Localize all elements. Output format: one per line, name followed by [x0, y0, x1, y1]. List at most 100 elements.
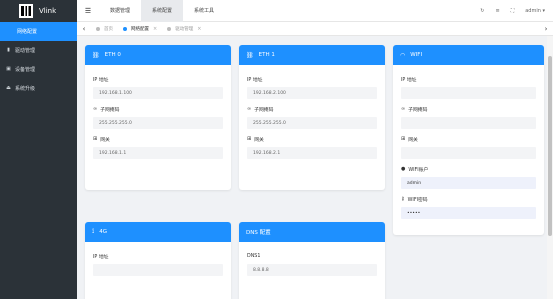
- ip-label: IP 地址: [93, 77, 109, 83]
- eth1-card: ⛓ ETH 1 IP 地址 192.168.2.100 ∞ 子网掩码 255.25…: [239, 45, 385, 190]
- dns1-input[interactable]: 8.8.8.8: [247, 264, 377, 276]
- gateway-icon: ⊞: [247, 136, 252, 142]
- gateway-label: ⊞ 网关: [247, 136, 264, 143]
- gateway-icon: ⊞: [401, 136, 406, 142]
- gateway-input[interactable]: 192.168.2.1: [247, 147, 377, 159]
- sidebar-item-device-management[interactable]: ▣ 设备管理: [0, 60, 77, 79]
- ip-label: IP 地址: [401, 77, 417, 83]
- dns1-label: DNS1: [247, 253, 261, 259]
- username: admin: [525, 7, 541, 14]
- card-title: 4G: [99, 229, 107, 235]
- upload-icon: ⏏: [6, 85, 11, 91]
- mask-input[interactable]: 255.255.255.0: [93, 117, 223, 129]
- card-header: ◠ WIFI: [393, 45, 544, 65]
- tab-dot: [167, 26, 172, 31]
- device-icon: ▣: [6, 66, 11, 72]
- tab-network-config[interactable]: 网络配置 ×: [118, 22, 162, 36]
- close-icon[interactable]: ×: [197, 26, 201, 32]
- card-header: ⟟ 4G: [85, 222, 231, 242]
- chevron-down-icon: ▾: [542, 7, 545, 14]
- refresh-icon[interactable]: ↻: [480, 8, 484, 14]
- mask-label: ∞ 子网掩码: [401, 106, 428, 113]
- top-menu-data-management[interactable]: 数据管理: [99, 0, 141, 22]
- mask-input[interactable]: 255.255.255.0: [247, 117, 377, 129]
- ip-input[interactable]: 192.168.2.100: [247, 87, 377, 99]
- sidebar-item-network-config[interactable]: 网络配置: [0, 22, 77, 41]
- logo-text: Vlink: [39, 7, 57, 15]
- wifi-account-label: ● WIFI账户: [401, 166, 429, 173]
- close-icon[interactable]: ×: [153, 26, 157, 32]
- sidebar-item-driver-management[interactable]: ▮ 驱动管理: [0, 41, 77, 60]
- eth0-card: ⛓ ETH 0 IP 地址 192.168.1.100 ∞ 子网掩码 255.25…: [85, 45, 231, 190]
- top-menu-system-tools[interactable]: 系统工具: [183, 0, 225, 22]
- card-header: DNS 配置: [239, 222, 385, 242]
- vertical-scrollbar[interactable]: [547, 36, 553, 299]
- card-title: DNS 配置: [246, 230, 271, 236]
- tab-dot: [96, 26, 100, 31]
- mask-label: ∞ 子网掩码: [247, 106, 274, 113]
- top-navbar: ☰ 数据管理 系统配置 系统工具 ↻ ≡ ⛶ admin ▾: [77, 0, 553, 22]
- top-menu-system-config[interactable]: 系统配置: [141, 0, 184, 22]
- key-icon: ⚷: [401, 196, 405, 202]
- menu-toggle-icon[interactable]: ☰: [77, 7, 99, 15]
- gateway-label: ⊞ 网关: [401, 136, 418, 143]
- ip-input[interactable]: [93, 264, 223, 276]
- tab-bar: ‹ 首页 网络配置 × 驱动管理 × ›: [77, 22, 553, 36]
- network-icon: ⛓: [92, 51, 100, 59]
- tab-label: 网络配置: [131, 26, 149, 32]
- wifi-password-label: ⚷ WIFI密码: [401, 196, 428, 203]
- mask-label: ∞ 子网掩码: [93, 106, 120, 113]
- tab-home[interactable]: 首页: [91, 22, 118, 36]
- ip-label: IP 地址: [247, 77, 263, 83]
- sidebar-item-system-upgrade[interactable]: ⏏ 系统升级: [0, 79, 77, 98]
- network-icon: ⛓: [246, 51, 254, 59]
- wifi-account-input[interactable]: admin: [401, 177, 536, 189]
- tab-scroll-left-icon[interactable]: ‹: [77, 25, 91, 33]
- ip-input[interactable]: 192.168.1.100: [93, 87, 223, 99]
- mask-input[interactable]: [401, 117, 536, 129]
- user-icon: ●: [401, 166, 406, 172]
- tab-label: 驱动管理: [175, 26, 194, 32]
- main-content: ⛓ ETH 0 IP 地址 192.168.1.100 ∞ 子网掩码 255.25…: [77, 36, 547, 299]
- tab-label: 首页: [104, 26, 113, 32]
- sidebar: Vlink 网络配置 ▮ 驱动管理 ▣ 设备管理 ⏏ 系统升级: [0, 0, 77, 299]
- card-title: WIFI: [410, 52, 423, 58]
- database-icon: ▮: [7, 47, 10, 53]
- dns-card: DNS 配置 DNS1 8.8.8.8: [239, 222, 385, 299]
- top-right-tools: ↻ ≡ ⛶ admin ▾: [480, 8, 553, 14]
- scroll-thumb[interactable]: [548, 56, 552, 236]
- sidebar-item-label: 网络配置: [17, 29, 38, 35]
- sidebar-item-label: 系统升级: [15, 86, 36, 92]
- ip-input[interactable]: [401, 87, 536, 99]
- mask-icon: ∞: [93, 106, 98, 112]
- logo: Vlink: [0, 0, 77, 22]
- user-menu[interactable]: admin ▾: [525, 8, 545, 14]
- card-title: ETH 0: [104, 52, 121, 58]
- settings-icon[interactable]: ≡: [496, 8, 500, 14]
- sidebar-item-label: 设备管理: [15, 67, 36, 73]
- top-menu-label: 系统工具: [194, 8, 215, 14]
- gateway-input[interactable]: 192.168.1.1: [93, 147, 223, 159]
- ip-label: IP 地址: [93, 254, 109, 260]
- card-header: ⛓ ETH 1: [239, 45, 385, 65]
- gateway-icon: ⊞: [93, 136, 98, 142]
- gateway-input[interactable]: [401, 147, 536, 159]
- mask-icon: ∞: [247, 106, 252, 112]
- gateway-label: ⊞ 网关: [93, 136, 110, 143]
- wifi-password-input[interactable]: •••••: [401, 207, 536, 219]
- wifi-icon: ◠: [400, 51, 406, 59]
- 4g-card: ⟟ 4G IP 地址: [85, 222, 231, 299]
- tab-scroll-right-icon[interactable]: ›: [539, 25, 553, 33]
- mask-icon: ∞: [401, 106, 406, 112]
- wifi-card: ◠ WIFI IP 地址 ∞ 子网掩码 ⊞ 网关 ● WIFI账户 admin ⚷ WI…: [393, 45, 544, 235]
- card-title: ETH 1: [258, 52, 275, 58]
- qr-logo-icon: [19, 4, 33, 18]
- fullscreen-icon[interactable]: ⛶: [511, 8, 515, 14]
- card-header: ⛓ ETH 0: [85, 45, 231, 65]
- antenna-icon: ⟟: [92, 228, 95, 235]
- tab-driver-management[interactable]: 驱动管理 ×: [162, 22, 206, 36]
- tab-dot: [123, 26, 127, 31]
- top-menu-label: 系统配置: [152, 8, 173, 14]
- top-menu-label: 数据管理: [110, 8, 131, 14]
- sidebar-item-label: 驱动管理: [15, 48, 36, 54]
